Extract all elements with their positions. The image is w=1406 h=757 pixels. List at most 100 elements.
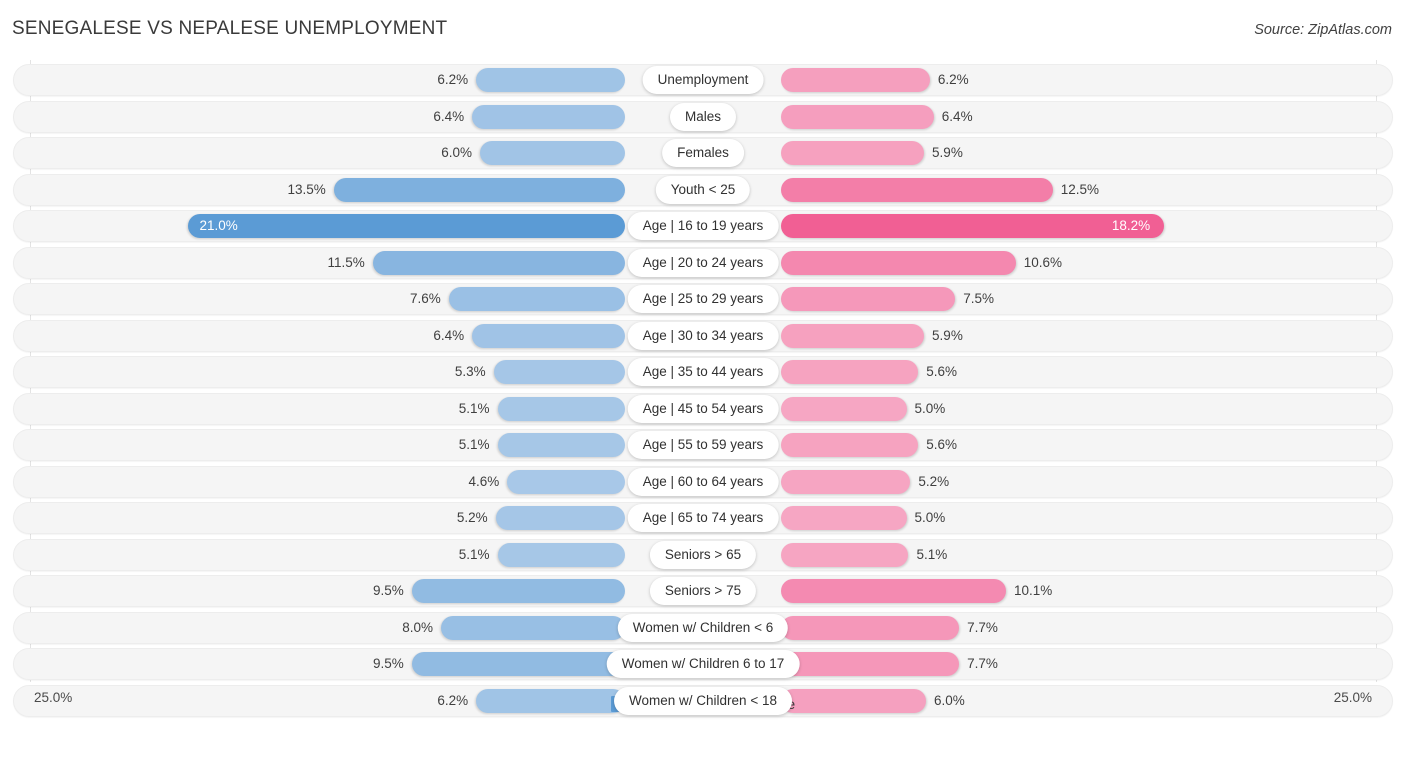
value-label-senegalese: 9.5% — [372, 583, 404, 598]
value-label-nepalese: 5.1% — [916, 546, 948, 562]
bar-nepalese[interactable] — [781, 360, 919, 384]
bar-nepalese[interactable] — [781, 141, 925, 165]
value-label-senegalese: 6.4% — [433, 327, 465, 343]
bar-senegalese[interactable] — [493, 360, 625, 384]
bar-nepalese[interactable] — [781, 652, 960, 676]
chart-row: 6.4% 6.4% Males — [0, 100, 1406, 133]
bar-nepalese[interactable] — [781, 469, 911, 494]
category-label: Youth < 25 — [655, 175, 751, 204]
value-label-senegalese: 11.5% — [327, 254, 365, 270]
bar-nepalese[interactable] — [781, 579, 1006, 603]
bar-senegalese[interactable] — [495, 506, 625, 530]
value-label-nepalese: 5.6% — [926, 364, 957, 379]
value-label-nepalese: 5.9% — [932, 327, 963, 343]
chart-row: 13.5% 12.5% Youth < 25 — [0, 173, 1406, 206]
category-label: Women w/ Children 6 to 17 — [606, 650, 800, 678]
value-label-nepalese: 5.2% — [918, 473, 950, 489]
chart-row: 7.6% 7.5% Age | 25 to 29 years — [0, 283, 1406, 315]
category-label: Age | 30 to 34 years — [627, 321, 779, 350]
category-label: Females — [662, 139, 744, 167]
value-label-nepalese: 5.0% — [914, 400, 946, 416]
value-label-nepalese: 6.2% — [937, 72, 969, 87]
bar-senegalese[interactable] — [476, 68, 625, 92]
value-label-senegalese: 7.6% — [410, 291, 441, 306]
bar-nepalese[interactable] — [781, 250, 1016, 275]
chart-row: 6.2% 6.2% Unemployment — [0, 64, 1406, 96]
category-label: Seniors > 65 — [649, 540, 757, 569]
value-label-nepalese: 18.2% — [1111, 218, 1151, 233]
value-label-senegalese: 21.0% — [199, 218, 238, 233]
chart-row: 6.0% 5.9% Females — [0, 137, 1406, 169]
bar-nepalese[interactable] — [781, 542, 909, 567]
bar-senegalese[interactable] — [507, 469, 625, 494]
value-label-nepalese: 10.6% — [1023, 254, 1062, 270]
value-label-nepalese: 5.6% — [926, 437, 957, 452]
bar-senegalese[interactable] — [448, 287, 625, 311]
bar-nepalese[interactable] — [781, 323, 925, 348]
category-label: Unemployment — [642, 66, 764, 94]
chart-row: 4.6% 5.2% Age | 60 to 64 years — [0, 465, 1406, 498]
chart-row: 9.5% 7.7% Women w/ Children 6 to 17 — [0, 648, 1406, 680]
bar-senegalese[interactable] — [372, 250, 625, 275]
value-label-senegalese: 5.1% — [458, 437, 490, 452]
value-label-senegalese: 6.0% — [441, 145, 472, 160]
bar-senegalese[interactable] — [472, 104, 625, 129]
bar-senegalese[interactable] — [472, 323, 625, 348]
category-label: Seniors > 75 — [649, 577, 757, 605]
category-label: Women w/ Children < 18 — [614, 686, 792, 715]
value-label-senegalese: 8.0% — [402, 619, 433, 635]
value-label-nepalese: 12.5% — [1060, 181, 1100, 197]
chart-row: 5.2% 5.0% Age | 65 to 74 years — [0, 502, 1406, 534]
bar-senegalese[interactable] — [480, 141, 625, 165]
bar-nepalese[interactable] — [781, 615, 960, 640]
bar-senegalese[interactable] — [497, 542, 625, 567]
category-label: Age | 16 to 19 years — [627, 212, 779, 240]
value-label-senegalese: 5.2% — [456, 510, 488, 525]
chart-row: 5.3% 5.6% Age | 35 to 44 years — [0, 356, 1406, 388]
bar-senegalese[interactable] — [497, 433, 625, 457]
value-label-nepalese: 7.7% — [967, 656, 998, 671]
bar-senegalese[interactable] — [411, 579, 625, 603]
bar-senegalese[interactable] — [411, 652, 625, 676]
value-label-senegalese: 6.2% — [437, 72, 469, 87]
chart-row: 9.5% 10.1% Seniors > 75 — [0, 575, 1406, 607]
bar-senegalese[interactable] — [187, 214, 625, 238]
bar-nepalese[interactable] — [781, 104, 934, 129]
category-label: Age | 35 to 44 years — [627, 358, 779, 386]
category-label: Age | 55 to 59 years — [627, 431, 779, 459]
value-label-senegalese: 5.1% — [458, 546, 490, 562]
bar-senegalese[interactable] — [441, 615, 625, 640]
category-label: Age | 25 to 29 years — [627, 285, 779, 313]
page-title: SENEGALESE VS NEPALESE UNEMPLOYMENT — [12, 18, 448, 39]
value-label-senegalese: 9.5% — [372, 656, 404, 671]
bar-nepalese[interactable] — [781, 68, 930, 92]
chart-rows: 6.2% 6.2% Unemployment 6.4% 6.4% Males 6.0% 5.9… — [0, 64, 1406, 721]
chart-row: 8.0% 7.7% Women w/ Children < 6 — [0, 611, 1406, 644]
bar-nepalese[interactable] — [781, 177, 1053, 202]
diverging-bar-chart: 6.2% 6.2% Unemployment 6.4% 6.4% Males 6.0% 5.9… — [0, 60, 1406, 720]
bar-nepalese[interactable] — [781, 433, 919, 457]
source-attribution: Source: ZipAtlas.com — [1254, 22, 1392, 38]
chart-row: 6.4% 5.9% Age | 30 to 34 years — [0, 319, 1406, 352]
bar-senegalese[interactable] — [333, 177, 625, 202]
value-label-senegalese: 6.4% — [433, 108, 465, 124]
chart-row: 5.1% 5.6% Age | 55 to 59 years — [0, 429, 1406, 461]
bar-nepalese[interactable] — [781, 396, 907, 421]
category-label: Age | 60 to 64 years — [627, 467, 779, 496]
bar-senegalese[interactable] — [497, 396, 625, 421]
bar-nepalese[interactable] — [781, 506, 907, 530]
chart-row: 5.1% 5.0% Age | 45 to 54 years — [0, 392, 1406, 425]
category-label: Age | 45 to 54 years — [627, 394, 779, 423]
value-label-senegalese: 5.1% — [458, 400, 490, 416]
bar-nepalese[interactable] — [781, 287, 956, 311]
category-label: Age | 20 to 24 years — [627, 248, 779, 277]
bar-nepalese[interactable] — [781, 214, 1164, 238]
category-label: Women w/ Children < 6 — [617, 613, 789, 642]
value-label-nepalese: 5.0% — [914, 510, 946, 525]
value-label-nepalese: 6.4% — [941, 108, 973, 124]
category-label: Males — [669, 102, 737, 131]
value-label-senegalese: 13.5% — [287, 181, 326, 197]
value-label-nepalese: 7.7% — [967, 619, 998, 635]
value-label-senegalese: 5.3% — [454, 364, 486, 379]
value-label-nepalese: 5.9% — [932, 145, 963, 160]
